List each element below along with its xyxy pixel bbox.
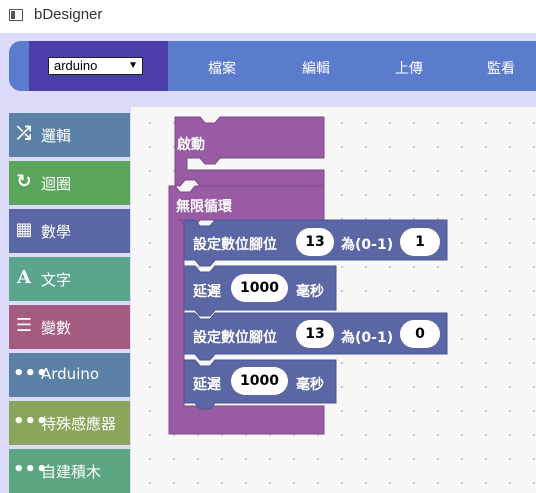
toolbox-category-label: 數學 <box>41 223 72 241</box>
delay-label[interactable]: 延遲 <box>193 281 221 301</box>
loop-icon: ↻ <box>16 171 32 192</box>
dots-icon: ••• <box>13 459 48 480</box>
dots-icon: ••• <box>13 363 48 384</box>
menu-monitor[interactable]: 監看 <box>487 58 515 78</box>
setup-block-label[interactable]: 啟動 <box>177 134 205 154</box>
toolbox-category-sensors[interactable]: ••• 特殊感應器 <box>9 401 130 445</box>
delay-value-field[interactable]: 1000 <box>231 367 288 395</box>
toolbox-category-math[interactable]: ▦ 數學 <box>9 209 130 253</box>
digital-write-mid-label: 為(0-1) <box>341 330 394 346</box>
toolbox-category-label: 迴圈 <box>41 175 72 193</box>
board-select[interactable]: arduino ▼ <box>48 57 143 75</box>
menu-edit[interactable]: 編輯 <box>302 58 330 78</box>
list-icon: ☰ <box>15 315 33 336</box>
pin-value-field[interactable]: 13 <box>296 320 334 348</box>
digital-write-label[interactable]: 設定數位腳位 <box>193 327 277 347</box>
toolbox-category-custom-blocks[interactable]: ••• 自建積木 <box>9 449 130 493</box>
menu-file[interactable]: 檔案 <box>208 58 236 78</box>
toolbox-category-loops[interactable]: ↻ 迴圈 <box>9 161 130 205</box>
block-workspace[interactable] <box>131 107 536 493</box>
digital-write-mid-label: 為(0-1) <box>341 237 394 253</box>
delay-label[interactable]: 延遲 <box>193 374 221 394</box>
digital-value-field[interactable]: 1 <box>400 228 440 256</box>
digital-value-field[interactable]: 0 <box>400 320 440 348</box>
dots-icon: ••• <box>13 411 48 432</box>
window-title: bDesigner <box>34 6 103 23</box>
toolbox-category-arduino[interactable]: ••• Arduino <box>9 353 130 397</box>
delay-value-field[interactable]: 1000 <box>231 274 288 302</box>
delay-unit-label: 毫秒 <box>296 377 324 393</box>
loop-block-label[interactable]: 無限循環 <box>176 196 232 216</box>
app-window-icon <box>9 9 23 21</box>
chevron-down-icon: ▼ <box>128 60 138 71</box>
toolbox-category-label: 特殊感應器 <box>41 415 117 433</box>
delay-unit-label: 毫秒 <box>296 284 324 300</box>
toolbox-category-label: 自建積木 <box>41 463 102 481</box>
shuffle-icon: ⤮ <box>16 123 32 144</box>
toolbox-category-label: 變數 <box>41 319 72 337</box>
digital-write-label[interactable]: 設定數位腳位 <box>193 234 277 254</box>
toolbox-category-text[interactable]: A 文字 <box>9 257 130 301</box>
toolbox-category-label: 邏輯 <box>41 127 72 145</box>
toolbox-category-variables[interactable]: ☰ 變數 <box>9 305 130 349</box>
calculator-icon: ▦ <box>15 219 33 240</box>
title-bar: bDesigner <box>0 0 536 33</box>
toolbox-category-logic[interactable]: ⤮ 邏輯 <box>9 113 130 157</box>
toolbox-category-label: 文字 <box>41 271 72 289</box>
menu-upload[interactable]: 上傳 <box>395 58 423 78</box>
toolbox-category-label: Arduino <box>41 365 100 383</box>
text-icon: A <box>17 267 31 288</box>
board-select-value: arduino <box>54 58 98 73</box>
pin-value-field[interactable]: 13 <box>296 228 334 256</box>
